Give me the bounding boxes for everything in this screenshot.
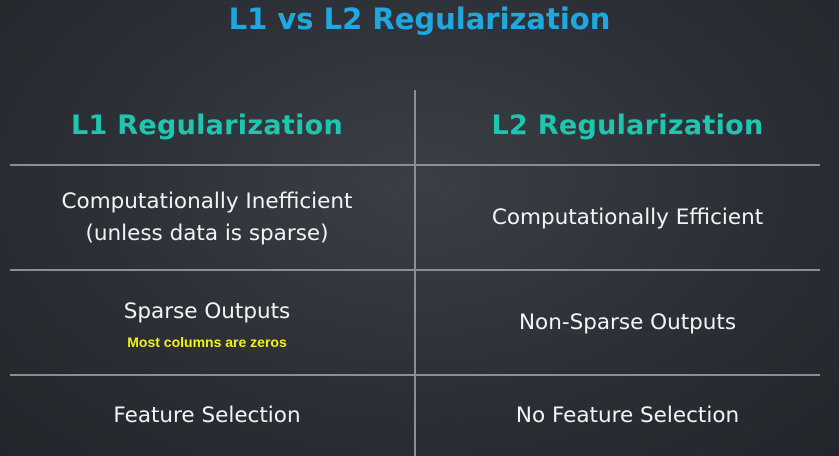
slide-title: L1 vs L2 Regularization [228,2,611,36]
row3-l2-text: No Feature Selection [515,403,740,428]
row3-l2-cell: No Feature Selection [416,376,839,456]
row2-l2-text: Non-Sparse Outputs [518,309,737,335]
row2-l1-text: Sparse Outputs [123,298,291,324]
row1-l1-line1: Computationally Inefficient [61,188,353,214]
row2-l2-cell: Non-Sparse Outputs [416,271,839,374]
header-l1-label: L1 Regularization [70,109,344,141]
row1-l2-text: Computationally Efficient [491,204,764,230]
row3-l1-text: Feature Selection [113,403,301,428]
header-l2-label: L2 Regularization [491,109,764,141]
row1-l2-cell: Computationally Efficient [416,166,839,269]
row1-l1-line2: (unless data is sparse) [85,220,329,246]
row2-l1-note: Most columns are zeros [127,333,287,350]
row2-l1-cell: Sparse Outputs Most columns are zeros [0,271,414,374]
row3-l1-cell: Feature Selection [0,376,414,456]
row1-l1-cell: Computationally Inefficient (unless data… [0,166,414,269]
header-l2: L2 Regularization [416,96,839,154]
header-l1: L1 Regularization [0,96,414,154]
